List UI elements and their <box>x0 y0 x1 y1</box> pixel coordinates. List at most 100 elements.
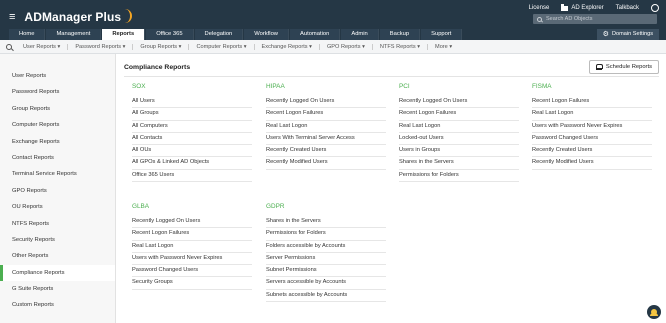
subnav-computer-reports[interactable]: Computer Reports ▾ <box>196 43 255 50</box>
talkback-link[interactable]: Talkback <box>616 5 639 11</box>
report-link[interactable]: Recently Modified Users <box>266 157 386 170</box>
report-link[interactable]: All OUs <box>132 145 252 158</box>
sidebar-item-exchange-reports[interactable]: Exchange Reports <box>0 134 115 150</box>
app-title: ADManager Plus <box>24 10 122 24</box>
page-title: Compliance Reports <box>124 64 191 71</box>
tab-home[interactable]: Home <box>9 29 46 40</box>
report-link[interactable]: Permissions for Folders <box>399 170 519 183</box>
search-input[interactable]: Search AD Objects <box>533 14 657 24</box>
report-link[interactable]: Recently Modified Users <box>532 157 652 170</box>
sidebar-item-user-reports[interactable]: User Reports <box>0 68 115 84</box>
group-title: FISMA <box>532 83 552 90</box>
subnav-more[interactable]: More ▾ <box>435 44 459 50</box>
report-link[interactable]: Real Last Logon <box>399 121 519 133</box>
sidebar-item-gpo-reports[interactable]: GPO Reports <box>0 183 115 199</box>
tab-backup[interactable]: Backup <box>379 29 421 40</box>
report-link[interactable]: Permissions for Folders <box>266 228 386 241</box>
report-link[interactable]: Security Groups <box>132 277 252 290</box>
report-link[interactable]: All GPOs & Linked AD Objects <box>132 157 252 170</box>
sidebar-item-password-reports[interactable]: Password Reports <box>0 84 115 100</box>
tab-workflow[interactable]: Workflow <box>244 29 289 40</box>
report-link[interactable]: Real Last Logon <box>266 121 386 133</box>
app-logo: ≡ ADManager Plus <box>9 9 133 24</box>
report-link[interactable]: Subnets accessible by Accounts <box>266 290 386 303</box>
sidebar-item-ou-reports[interactable]: OU Reports <box>0 199 115 215</box>
report-link[interactable]: Users with Password Never Expires <box>132 253 252 266</box>
report-link[interactable]: Recent Logon Failures <box>532 96 652 109</box>
compliance-group-pci: PCI Recently Logged On Users Recent Logo… <box>399 82 519 183</box>
report-link[interactable]: Recently Created Users <box>266 145 386 158</box>
ad-explorer-link[interactable]: AD Explorer <box>561 4 604 11</box>
compliance-group-sox: SOX All Users All Groups All Computers A… <box>132 82 252 183</box>
report-link[interactable]: Real Last Logon <box>532 108 652 121</box>
schedule-reports-button[interactable]: Schedule Reports <box>588 60 659 74</box>
compliance-group-gdpr: GDPR Shares in the Servers Permissions f… <box>266 202 386 303</box>
subnav-exchange-reports[interactable]: Exchange Reports ▾ <box>262 43 320 50</box>
report-link[interactable]: Password Changed Users <box>132 265 252 278</box>
menu-icon[interactable]: ≡ <box>9 11 15 23</box>
report-link[interactable]: Recent Logon Failures <box>266 108 386 121</box>
chat-support-icon[interactable] <box>647 305 661 319</box>
group-title: PCI <box>399 83 410 90</box>
schedule-reports-label: Schedule Reports <box>605 64 652 70</box>
app-header: ≡ ADManager Plus License AD Explorer Tal… <box>0 0 666 40</box>
sidebar-item-other-reports[interactable]: Other Reports <box>0 248 115 264</box>
report-link[interactable]: Locked-out Users <box>399 133 519 146</box>
report-link[interactable]: All Users <box>132 96 252 109</box>
report-link[interactable]: All Contacts <box>132 133 252 146</box>
subnav-gpo-reports[interactable]: GPO Reports ▾ <box>327 43 373 50</box>
report-link[interactable]: All Computers <box>132 121 252 133</box>
folder-icon <box>561 4 569 11</box>
report-link[interactable]: Folders accessible by Accounts <box>266 241 386 253</box>
tab-reports[interactable]: Reports <box>102 29 146 40</box>
report-link[interactable]: Real Last Logon <box>132 241 252 253</box>
sidebar-item-compliance-reports[interactable]: Compliance Reports <box>0 264 115 282</box>
report-link[interactable]: All Groups <box>132 108 252 121</box>
report-link[interactable]: Servers accessible by Accounts <box>266 277 386 290</box>
sidebar-item-g-suite-reports[interactable]: G Suite Reports <box>0 281 115 297</box>
report-link[interactable]: Recently Logged On Users <box>132 216 252 229</box>
sidebar-item-security-reports[interactable]: Security Reports <box>0 232 115 248</box>
subnav-user-reports[interactable]: User Reports ▾ <box>23 43 69 50</box>
user-profile-icon[interactable] <box>651 4 659 12</box>
domain-settings-label: Domain Settings <box>611 31 653 37</box>
sidebar-item-group-reports[interactable]: Group Reports <box>0 101 115 117</box>
tab-management[interactable]: Management <box>46 29 102 40</box>
sidebar-item-custom-reports[interactable]: Custom Reports <box>0 297 115 313</box>
sidebar-item-contact-reports[interactable]: Contact Reports <box>0 150 115 166</box>
tab-admin[interactable]: Admin <box>341 29 379 40</box>
subnav-password-reports[interactable]: Password Reports ▾ <box>75 43 134 50</box>
report-link[interactable]: Recently Logged On Users <box>266 96 386 109</box>
report-link[interactable]: Users in Groups <box>399 145 519 158</box>
report-link[interactable]: Users With Terminal Server Access <box>266 133 386 146</box>
report-link[interactable]: Shares in the Servers <box>399 157 519 170</box>
report-link[interactable]: Recently Created Users <box>532 145 652 158</box>
ad-explorer-label: AD Explorer <box>571 5 604 11</box>
search-icon[interactable] <box>6 43 12 50</box>
top-links: License AD Explorer Talkback <box>529 4 659 12</box>
report-link[interactable]: Recent Logon Failures <box>399 108 519 121</box>
subnav-group-reports[interactable]: Group Reports ▾ <box>140 43 190 50</box>
sidebar-item-ntfs-reports[interactable]: NTFS Reports <box>0 216 115 232</box>
report-link[interactable]: Users with Password Never Expires <box>532 121 652 133</box>
report-link[interactable]: Server Permissions <box>266 253 386 266</box>
tab-automation[interactable]: Automation <box>290 29 341 40</box>
report-link[interactable]: Recent Logon Failures <box>132 228 252 241</box>
subnav-ntfs-reports[interactable]: NTFS Reports ▾ <box>380 43 429 50</box>
report-link[interactable]: Office 365 Users <box>132 170 252 183</box>
sidebar-item-computer-reports[interactable]: Computer Reports <box>0 117 115 133</box>
report-link[interactable]: Subnet Permissions <box>266 265 386 278</box>
tab-delegation[interactable]: Delegation <box>194 29 244 40</box>
sidebar-item-terminal-service-reports[interactable]: Terminal Service Reports <box>0 166 115 182</box>
tab-office-365[interactable]: Office 365 <box>146 29 194 40</box>
report-link[interactable]: Recently Logged On Users <box>399 96 519 109</box>
tab-support[interactable]: Support <box>421 29 463 40</box>
group-title: GLBA <box>132 203 150 210</box>
chat-avatar-icon <box>650 309 658 316</box>
report-category-bar: User Reports ▾ Password Reports ▾ Group … <box>0 40 666 54</box>
domain-settings-button[interactable]: ⚙ Domain Settings <box>596 29 659 40</box>
report-link[interactable]: Shares in the Servers <box>266 216 386 229</box>
license-link[interactable]: License <box>529 5 550 11</box>
report-link[interactable]: Password Changed Users <box>532 133 652 146</box>
compliance-group-glba: GLBA Recently Logged On Users Recent Log… <box>132 202 252 290</box>
